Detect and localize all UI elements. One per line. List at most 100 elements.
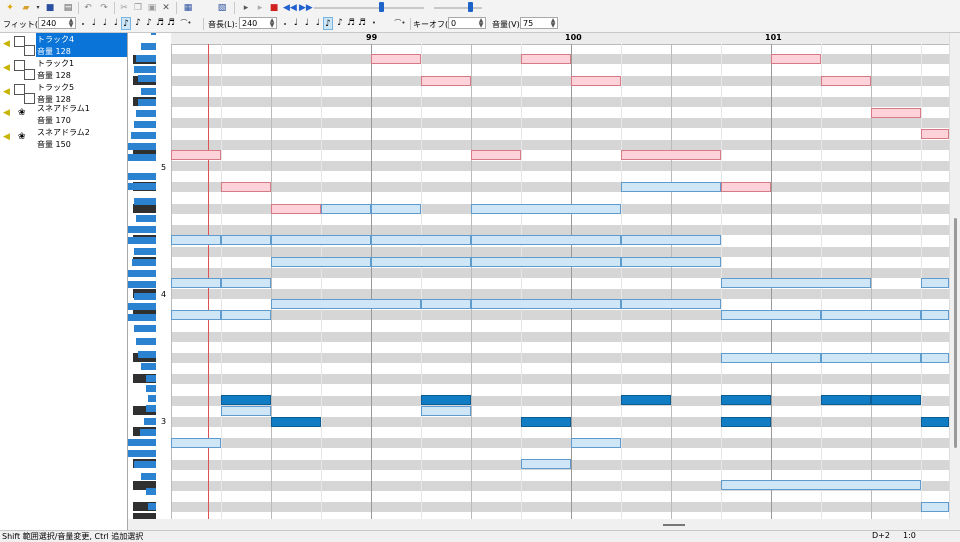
delete-icon[interactable]: ✕ xyxy=(160,2,172,14)
note-block[interactable] xyxy=(771,54,821,64)
tempo-slider[interactable] xyxy=(314,2,424,12)
keyoff-input[interactable]: 0 ▲ ▼ xyxy=(448,17,486,29)
volume-spinner-icon[interactable]: ▲ ▼ xyxy=(549,18,557,29)
note-block[interactable] xyxy=(721,278,871,288)
note-block[interactable] xyxy=(821,76,871,86)
note-block[interactable] xyxy=(371,54,421,64)
note-block[interactable] xyxy=(371,204,421,214)
note-block[interactable] xyxy=(321,204,371,214)
note-block[interactable] xyxy=(621,257,721,267)
note-eighth-dotted-icon[interactable]: ♪ xyxy=(133,17,143,30)
note-block[interactable] xyxy=(271,204,321,214)
note-block[interactable] xyxy=(821,353,921,363)
keyoff-spinner-icon[interactable]: ▲ ▼ xyxy=(477,18,485,29)
note-block[interactable] xyxy=(171,438,221,448)
volume-slider[interactable] xyxy=(434,2,482,12)
note-block[interactable] xyxy=(171,278,221,288)
note-block[interactable] xyxy=(871,108,921,118)
note-block[interactable] xyxy=(921,502,949,512)
tie-icon[interactable]: ⌒• xyxy=(180,17,192,29)
note-block[interactable] xyxy=(171,150,221,160)
note-block[interactable] xyxy=(571,76,621,86)
note-block[interactable] xyxy=(221,278,271,288)
note-block[interactable] xyxy=(421,406,471,416)
length-quarter-icon[interactable]: ♩ xyxy=(313,17,323,30)
speaker-icon[interactable]: ◀ xyxy=(3,87,10,97)
note-block[interactable] xyxy=(221,310,271,320)
measure-ruler[interactable]: 99 100 101 xyxy=(171,33,949,45)
black-key[interactable] xyxy=(133,204,156,213)
note-block[interactable] xyxy=(471,235,621,245)
note-block[interactable] xyxy=(471,150,521,160)
note-block[interactable] xyxy=(271,417,321,427)
piano-roll-grid[interactable]: 99 100 101 xyxy=(171,33,949,519)
note-block[interactable] xyxy=(471,257,621,267)
note-whole-icon[interactable]: 𝅗 xyxy=(78,17,88,30)
note-block[interactable] xyxy=(171,310,221,320)
note-half-dotted-icon[interactable]: ♩ xyxy=(89,17,99,30)
horizontal-scroll-thumb[interactable] xyxy=(663,524,685,526)
note-block[interactable] xyxy=(421,299,471,309)
note-block[interactable] xyxy=(871,395,921,405)
track-solo-checkbox[interactable] xyxy=(24,69,35,80)
note-block[interactable] xyxy=(621,182,721,192)
length-quarter-dotted-icon[interactable]: ♩ xyxy=(302,17,312,30)
redo-icon[interactable]: ↷ xyxy=(98,2,110,14)
note-block[interactable] xyxy=(921,278,949,288)
black-key[interactable] xyxy=(133,513,156,519)
track-item[interactable]: ◀ トラック4 音量 128 xyxy=(0,33,127,57)
note-block[interactable] xyxy=(721,395,771,405)
note-block[interactable] xyxy=(921,129,949,139)
note-block[interactable] xyxy=(221,235,271,245)
note-block[interactable] xyxy=(821,395,871,405)
rewind-icon[interactable]: ◀◀ xyxy=(283,2,297,14)
fast-forward-icon[interactable]: ▶▶ xyxy=(299,2,313,14)
volume-input[interactable]: 75 ▲ ▼ xyxy=(520,17,558,29)
note-block[interactable] xyxy=(521,417,571,427)
length-eighth-icon[interactable]: ♪ xyxy=(323,17,333,30)
note-block[interactable] xyxy=(171,235,221,245)
length-spinner-icon[interactable]: ▲ ▼ xyxy=(268,18,276,29)
note-block[interactable] xyxy=(821,310,921,320)
note-block[interactable] xyxy=(721,480,921,490)
length-input[interactable]: 240 ▲ ▼ xyxy=(239,17,277,29)
step-icon[interactable]: ▸ xyxy=(254,2,266,14)
note-block[interactable] xyxy=(221,182,271,192)
note-block[interactable] xyxy=(721,182,771,192)
stop-icon[interactable]: ■ xyxy=(268,2,280,14)
note-half-icon[interactable]: ♩ xyxy=(100,17,110,30)
piano-keyboard[interactable]: 5 4 3 xyxy=(128,33,171,519)
note-block[interactable] xyxy=(921,417,949,427)
length-half-icon[interactable]: ♩ xyxy=(291,17,301,30)
open-dropdown-icon[interactable]: ▾ xyxy=(32,2,44,14)
note-quarter-icon[interactable]: ♪ xyxy=(121,17,131,30)
note-sixteenth-dotted-icon[interactable]: ♬ xyxy=(155,17,165,30)
print-icon[interactable]: ▤ xyxy=(62,2,74,14)
length-sixteenth-dotted-icon[interactable]: ♬ xyxy=(357,17,367,30)
note-block[interactable] xyxy=(221,406,271,416)
speaker-icon[interactable]: ◀ xyxy=(3,39,10,49)
save-icon[interactable]: ■ xyxy=(44,2,56,14)
note-block[interactable] xyxy=(721,310,821,320)
tempo-slider-thumb[interactable] xyxy=(379,2,385,12)
note-eighth-icon[interactable]: ♪ xyxy=(144,17,154,30)
note-block[interactable] xyxy=(471,299,621,309)
note-block[interactable] xyxy=(721,353,821,363)
note-block[interactable] xyxy=(621,299,721,309)
note-block[interactable] xyxy=(421,395,471,405)
length-dot-icon[interactable]: • xyxy=(368,17,380,29)
length-whole-icon[interactable]: 𝅗 xyxy=(280,17,290,30)
track-item[interactable]: ◀ ❀ スネアドラム2 音量 150 xyxy=(0,126,127,150)
fit-spinner-icon[interactable]: ▲ ▼ xyxy=(67,18,75,29)
note-block[interactable] xyxy=(621,395,671,405)
length-sixteenth-icon[interactable]: ♬ xyxy=(346,17,356,30)
cut-icon[interactable]: ✂ xyxy=(118,2,130,14)
play-icon[interactable]: ▸ xyxy=(240,2,252,14)
undo-icon[interactable]: ↶ xyxy=(82,2,94,14)
fit-input[interactable]: 240 ▲ ▼ xyxy=(38,17,76,29)
track-item[interactable]: ◀ トラック1 音量 128 xyxy=(0,57,127,81)
vertical-scrollbar[interactable] xyxy=(949,33,960,519)
note-block[interactable] xyxy=(621,235,721,245)
track-item[interactable]: ◀ ❀ スネアドラム1 音量 170 xyxy=(0,102,127,126)
note-block[interactable] xyxy=(371,235,471,245)
